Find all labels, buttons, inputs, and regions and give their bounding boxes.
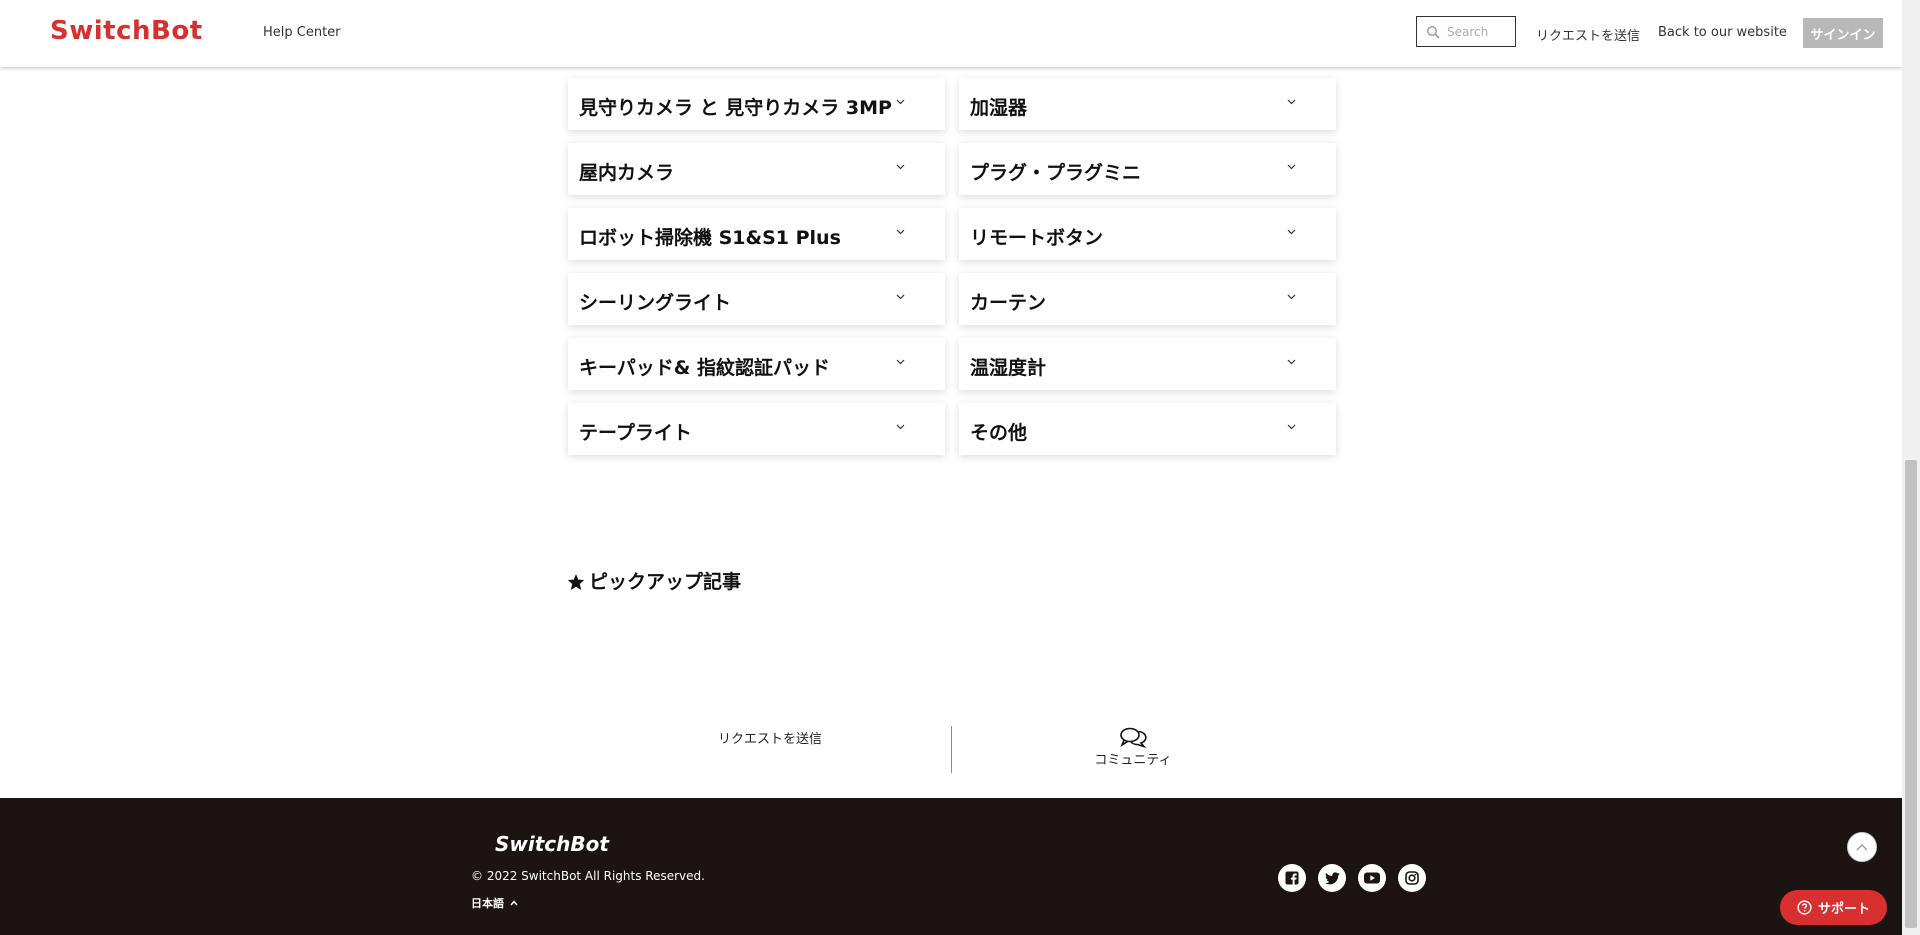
- category-label: 温湿度計: [970, 357, 1047, 379]
- chevron-down-icon: [896, 359, 905, 365]
- site-header: SwitchBot Help Center リクエストを送信 Back to o…: [0, 0, 1902, 67]
- footer-copyright: © 2022 SwitchBot All Rights Reserved.: [471, 869, 705, 883]
- category-label: リモートボタン: [970, 227, 1104, 249]
- category-card[interactable]: その他: [959, 403, 1336, 455]
- submit-request-link[interactable]: リクエストを送信: [1536, 25, 1640, 44]
- category-label: シーリングライト: [579, 292, 732, 314]
- switchbot-logo[interactable]: SwitchBot: [50, 16, 203, 46]
- category-grid: 見守りカメラ と 見守りカメラ 3MP 加湿器 屋内カメラ プラグ・プラグミニ …: [568, 78, 1336, 455]
- community-link[interactable]: コミュニティ: [1088, 726, 1178, 768]
- category-card[interactable]: シーリングライト: [568, 273, 945, 325]
- chevron-down-icon: [896, 424, 905, 430]
- chevron-down-icon: [896, 294, 905, 300]
- chevron-down-icon: [896, 164, 905, 170]
- signin-button[interactable]: サインイン: [1803, 18, 1883, 48]
- category-label: プラグ・プラグミニ: [970, 162, 1142, 184]
- scrollbar-thumb[interactable]: [1905, 460, 1917, 928]
- category-label: 見守りカメラ と 見守りカメラ 3MP: [579, 97, 892, 119]
- category-label: 加湿器: [970, 97, 1028, 119]
- instagram-icon[interactable]: [1398, 864, 1426, 892]
- category-label: ロボット掃除機 S1&S1 Plus: [579, 227, 841, 249]
- community-label: コミュニティ: [1094, 753, 1172, 768]
- page-scrollbar[interactable]: [1902, 0, 1920, 935]
- bottom-submit-request-link[interactable]: リクエストを送信: [718, 728, 822, 747]
- category-card[interactable]: 屋内カメラ: [568, 143, 945, 195]
- chevron-up-icon: [1856, 844, 1868, 851]
- category-label: 屋内カメラ: [579, 162, 675, 184]
- facebook-icon[interactable]: [1278, 864, 1306, 892]
- search-input[interactable]: [1447, 23, 1513, 41]
- back-to-top-button[interactable]: [1847, 832, 1877, 862]
- back-to-website-link[interactable]: Back to our website: [1658, 25, 1787, 40]
- category-label: テープライト: [579, 422, 692, 444]
- footer-logo[interactable]: SwitchBot: [495, 832, 609, 856]
- category-card[interactable]: 見守りカメラ と 見守りカメラ 3MP: [568, 78, 945, 130]
- twitter-icon[interactable]: [1318, 864, 1346, 892]
- chevron-down-icon: [1287, 229, 1296, 235]
- chevron-down-icon: [896, 229, 905, 235]
- category-card[interactable]: 加湿器: [959, 78, 1336, 130]
- search-box[interactable]: [1416, 16, 1516, 47]
- pickup-title: ピックアップ記事: [589, 571, 742, 593]
- chevron-down-icon: [1287, 424, 1296, 430]
- language-selector[interactable]: 日本語: [471, 895, 518, 911]
- chevron-down-icon: [1287, 99, 1296, 105]
- help-center-link[interactable]: Help Center: [263, 25, 341, 40]
- chevron-down-icon: [896, 99, 905, 105]
- category-card[interactable]: リモートボタン: [959, 208, 1336, 260]
- chevron-up-icon: [510, 900, 518, 906]
- youtube-icon[interactable]: [1358, 864, 1386, 892]
- category-label: キーパッド& 指紋認証パッド: [579, 357, 830, 379]
- category-card[interactable]: 温湿度計: [959, 338, 1336, 390]
- support-button[interactable]: サポート: [1780, 890, 1887, 925]
- category-card[interactable]: プラグ・プラグミニ: [959, 143, 1336, 195]
- pickup-section-heading: ピックアップ記事: [567, 567, 741, 594]
- chevron-down-icon: [1287, 359, 1296, 365]
- category-card[interactable]: カーテン: [959, 273, 1336, 325]
- vertical-divider: [951, 726, 952, 773]
- chevron-down-icon: [1287, 164, 1296, 170]
- category-label: カーテン: [970, 292, 1047, 314]
- category-label: その他: [970, 422, 1028, 444]
- category-card[interactable]: ロボット掃除機 S1&S1 Plus: [568, 208, 945, 260]
- chat-bubbles-icon: [1120, 727, 1147, 748]
- search-icon: [1426, 24, 1440, 43]
- category-card[interactable]: テープライト: [568, 403, 945, 455]
- category-card[interactable]: キーパッド& 指紋認証パッド: [568, 338, 945, 390]
- star-icon: [567, 573, 585, 590]
- chevron-down-icon: [1287, 294, 1296, 300]
- support-label: サポート: [1817, 902, 1870, 917]
- help-circle-icon: [1797, 900, 1812, 915]
- site-footer: SwitchBot © 2022 SwitchBot All Rights Re…: [0, 798, 1902, 935]
- language-label: 日本語: [471, 897, 504, 910]
